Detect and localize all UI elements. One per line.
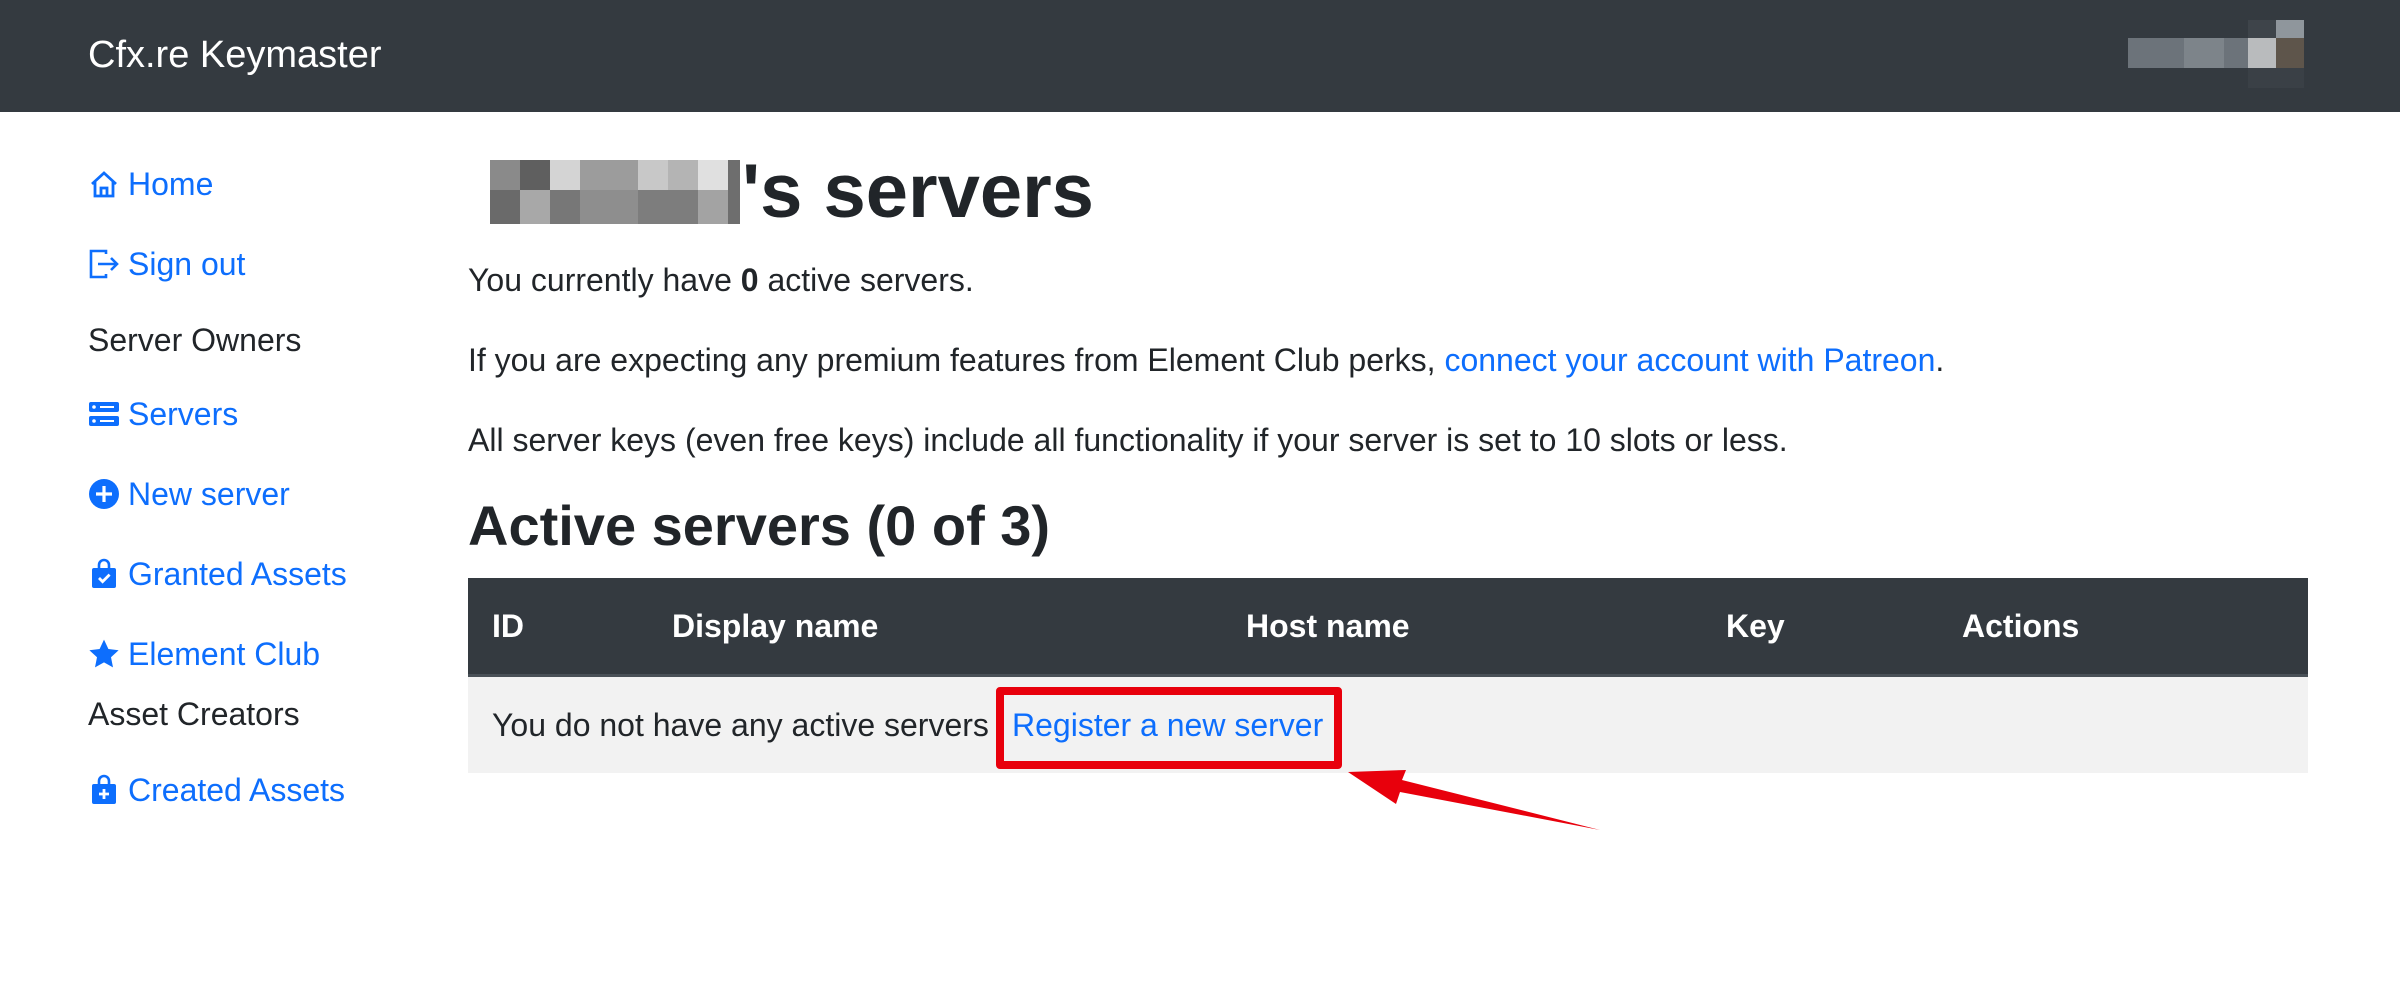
column-header-actions: Actions <box>1962 608 2080 644</box>
sidebar: Home Sign out Server Owners Servers New … <box>0 112 440 1000</box>
active-server-count-text: You currently have 0 active servers. <box>468 262 974 298</box>
column-header-host-name: Host name <box>1246 608 1410 644</box>
sidebar-item-element-club[interactable]: Element Club <box>88 634 320 674</box>
connect-patreon-link[interactable]: connect your account with Patreon <box>1444 342 1935 378</box>
column-header-key: Key <box>1726 608 1785 644</box>
page-title-row: 's servers <box>478 150 1094 234</box>
table-header: ID Display name Host name Key Actions <box>468 578 2308 677</box>
column-header-id: ID <box>492 608 524 644</box>
sidebar-item-label: New server <box>128 476 290 512</box>
shopping-bag-check-icon <box>92 558 116 588</box>
redacted-username <box>478 160 740 224</box>
sidebar-item-servers[interactable]: Servers <box>88 394 238 434</box>
sidebar-item-label: Granted Assets <box>128 556 347 592</box>
sidebar-heading-asset-creators: Asset Creators <box>88 696 300 732</box>
patreon-notice: If you are expecting any premium feature… <box>468 342 1945 378</box>
free-keys-note: All server keys (even free keys) include… <box>468 422 1788 458</box>
page-title: 's servers <box>742 149 1094 234</box>
star-icon <box>89 639 119 668</box>
sidebar-item-label: Created Assets <box>128 772 345 808</box>
sidebar-item-sign-out[interactable]: Sign out <box>88 244 245 284</box>
server-stack-icon <box>89 402 119 426</box>
register-new-server-link[interactable]: Register a new server <box>1012 705 1323 745</box>
sidebar-item-created-assets[interactable]: Created Assets <box>88 770 345 810</box>
sidebar-item-label: Sign out <box>128 246 246 282</box>
active-server-count: 0 <box>740 262 759 298</box>
sidebar-item-label: Home <box>128 166 214 202</box>
house-icon <box>91 171 117 198</box>
sidebar-item-home[interactable]: Home <box>88 164 213 204</box>
shopping-bag-plus-icon <box>92 774 116 804</box>
sidebar-item-label: Element Club <box>128 636 321 672</box>
brand-name[interactable]: Cfx.re Keymaster <box>88 32 382 78</box>
top-navbar: Cfx.re Keymaster <box>0 0 2400 112</box>
column-header-display-name: Display name <box>672 608 879 644</box>
plus-circle-icon <box>89 479 119 509</box>
sidebar-heading-server-owners: Server Owners <box>88 322 302 358</box>
empty-table-message: You do not have any active servers <box>492 707 989 743</box>
user-avatar[interactable] <box>2128 20 2312 92</box>
active-servers-heading: Active servers (0 of 3) <box>468 494 1051 557</box>
sidebar-item-new-server[interactable]: New server <box>88 474 290 514</box>
sign-out-icon <box>89 249 119 279</box>
annotation-arrow-icon <box>1348 770 1600 830</box>
sidebar-item-label: Servers <box>128 396 239 432</box>
sidebar-item-granted-assets[interactable]: Granted Assets <box>88 554 347 594</box>
